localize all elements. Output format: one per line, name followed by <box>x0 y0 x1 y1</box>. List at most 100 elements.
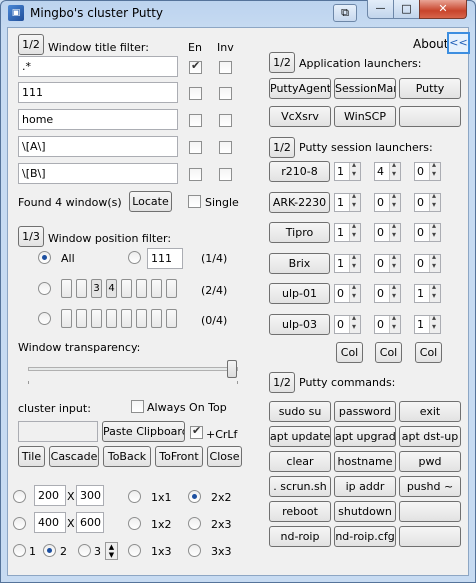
position-cell[interactable] <box>136 279 147 298</box>
grid-radio-1x1[interactable] <box>128 490 141 503</box>
spinner-arrows-icon[interactable] <box>349 282 360 302</box>
session-spinner-b[interactable]: 0 <box>374 252 401 273</box>
session-spinner-c[interactable]: 0 <box>414 252 441 273</box>
spinner-arrows-icon[interactable] <box>389 313 400 333</box>
command-button[interactable]: . scrun.sh <box>269 476 331 497</box>
grid-radio-2x3[interactable] <box>188 517 201 530</box>
command-button[interactable]: apt upgrade <box>334 426 396 447</box>
transparency-slider[interactable] <box>227 360 237 378</box>
filter-inv-3[interactable] <box>219 114 232 127</box>
app-button-empty[interactable] <box>399 106 461 127</box>
session-spinner-a[interactable]: 1 <box>334 221 361 242</box>
position-all-radio[interactable] <box>38 251 51 264</box>
command-button[interactable]: clear <box>269 451 331 472</box>
grid-radio-1x2[interactable] <box>128 517 141 530</box>
filter-inv-4[interactable] <box>219 141 232 154</box>
session-spinner-c[interactable]: 1 <box>414 313 441 334</box>
close-window-button[interactable]: ✕ <box>419 0 467 19</box>
command-button[interactable] <box>399 501 461 522</box>
position-filter-toggle[interactable]: 1/3 <box>18 226 44 247</box>
app-button-vcxsrv[interactable]: VcXsrv <box>269 106 331 127</box>
session-button[interactable]: r210-8 <box>269 161 330 182</box>
spinner-arrows-icon[interactable] <box>429 221 440 241</box>
single-checkbox[interactable] <box>188 195 201 208</box>
command-button[interactable]: pwd <box>399 451 461 472</box>
session-button[interactable]: ulp-03 <box>269 314 330 335</box>
position-cell[interactable] <box>136 309 147 328</box>
paste-clipboard-button[interactable]: Paste Clipboard <box>102 421 185 442</box>
spinner-arrows-icon[interactable] <box>389 191 400 211</box>
close-button[interactable]: Close <box>207 446 242 467</box>
session-spinner-a[interactable]: 1 <box>334 252 361 273</box>
filter-input-3[interactable]: home <box>18 109 178 130</box>
filter-inv-2[interactable] <box>219 87 232 100</box>
command-button[interactable]: ip addr <box>334 476 396 497</box>
position-cell[interactable] <box>106 309 117 328</box>
sessions-toggle[interactable]: 1/2 <box>269 137 295 158</box>
toback-button[interactable]: ToBack <box>103 446 151 467</box>
spinner-arrows-icon[interactable] <box>429 282 440 302</box>
position-cell[interactable]: 3 <box>91 279 102 298</box>
session-spinner-c[interactable]: 0 <box>414 160 441 181</box>
position-cell[interactable] <box>121 279 132 298</box>
command-button[interactable]: exit <box>399 401 461 422</box>
spinner-arrows-icon[interactable] <box>349 313 360 333</box>
session-spinner-a[interactable]: 1 <box>334 160 361 181</box>
command-button[interactable]: apt update <box>269 426 331 447</box>
command-button[interactable]: shutdown <box>334 501 396 522</box>
session-button[interactable]: Brix <box>269 253 330 274</box>
session-spinner-c[interactable]: 0 <box>414 221 441 242</box>
filter-input-5[interactable]: \[B\] <box>18 163 178 184</box>
size-radio-2[interactable] <box>13 517 26 530</box>
spinner-arrows-icon[interactable] <box>349 252 360 272</box>
session-button[interactable]: Tipro <box>269 222 330 243</box>
spinner-arrows-icon[interactable] <box>389 252 400 272</box>
app-button-putty[interactable]: Putty <box>399 78 461 99</box>
command-button[interactable]: reboot <box>269 501 331 522</box>
session-spinner-a[interactable]: 0 <box>334 313 361 334</box>
filter-inv-1[interactable] <box>219 61 232 74</box>
filter-input-2[interactable]: 111 <box>18 82 178 103</box>
commands-toggle[interactable]: 1/2 <box>269 372 295 393</box>
minimize-button[interactable]: — <box>367 0 394 19</box>
session-spinner-c[interactable]: 1 <box>414 282 441 303</box>
spinner-arrows-icon[interactable] <box>429 313 440 333</box>
position-grid-radio-1[interactable] <box>38 282 51 295</box>
maximize-button[interactable]: □ <box>393 0 420 19</box>
col-button-2[interactable]: Col <box>375 342 402 363</box>
session-spinner-b[interactable]: 0 <box>374 221 401 242</box>
session-spinner-a[interactable]: 0 <box>334 282 361 303</box>
crlf-checkbox[interactable] <box>190 424 203 439</box>
filter-en-1[interactable] <box>189 59 202 74</box>
spinner-arrows-icon[interactable] <box>429 252 440 272</box>
title-filter-toggle[interactable]: 1/2 <box>18 34 44 55</box>
app-button-winscp[interactable]: WinSCP <box>334 106 396 127</box>
position-cell[interactable] <box>151 309 162 328</box>
filter-input-1[interactable]: .* <box>18 56 178 77</box>
grid-radio-2x2[interactable] <box>188 490 201 503</box>
spinner-arrows-icon[interactable] <box>429 160 440 180</box>
command-button[interactable]: nd-roip <box>269 526 331 547</box>
position-cell[interactable] <box>76 279 87 298</box>
about-link[interactable]: About <box>413 37 448 51</box>
apps-toggle[interactable]: 1/2 <box>269 52 295 73</box>
command-button[interactable]: sudo su <box>269 401 331 422</box>
command-button[interactable]: hostname <box>334 451 396 472</box>
tile-button[interactable]: Tile <box>18 446 45 467</box>
session-button[interactable]: ulp-01 <box>269 283 330 304</box>
session-spinner-b[interactable]: 4 <box>374 160 401 181</box>
cols-radio-3[interactable] <box>78 544 91 557</box>
session-spinner-b[interactable]: 0 <box>374 313 401 334</box>
cols-radio-1[interactable] <box>13 544 26 557</box>
cascade-button[interactable]: Cascade <box>49 446 99 467</box>
spinner-arrows-icon[interactable] <box>349 191 360 211</box>
grid-radio-1x3[interactable] <box>128 544 141 557</box>
position-cell[interactable] <box>166 279 177 298</box>
position-cell[interactable] <box>121 309 132 328</box>
spinner-arrows-icon[interactable] <box>349 160 360 180</box>
pin-icon[interactable]: ⧉ <box>333 4 357 22</box>
position-value-radio[interactable] <box>128 251 141 264</box>
position-cell[interactable] <box>166 309 177 328</box>
session-spinner-b[interactable]: 0 <box>374 191 401 212</box>
position-cell[interactable] <box>76 309 87 328</box>
